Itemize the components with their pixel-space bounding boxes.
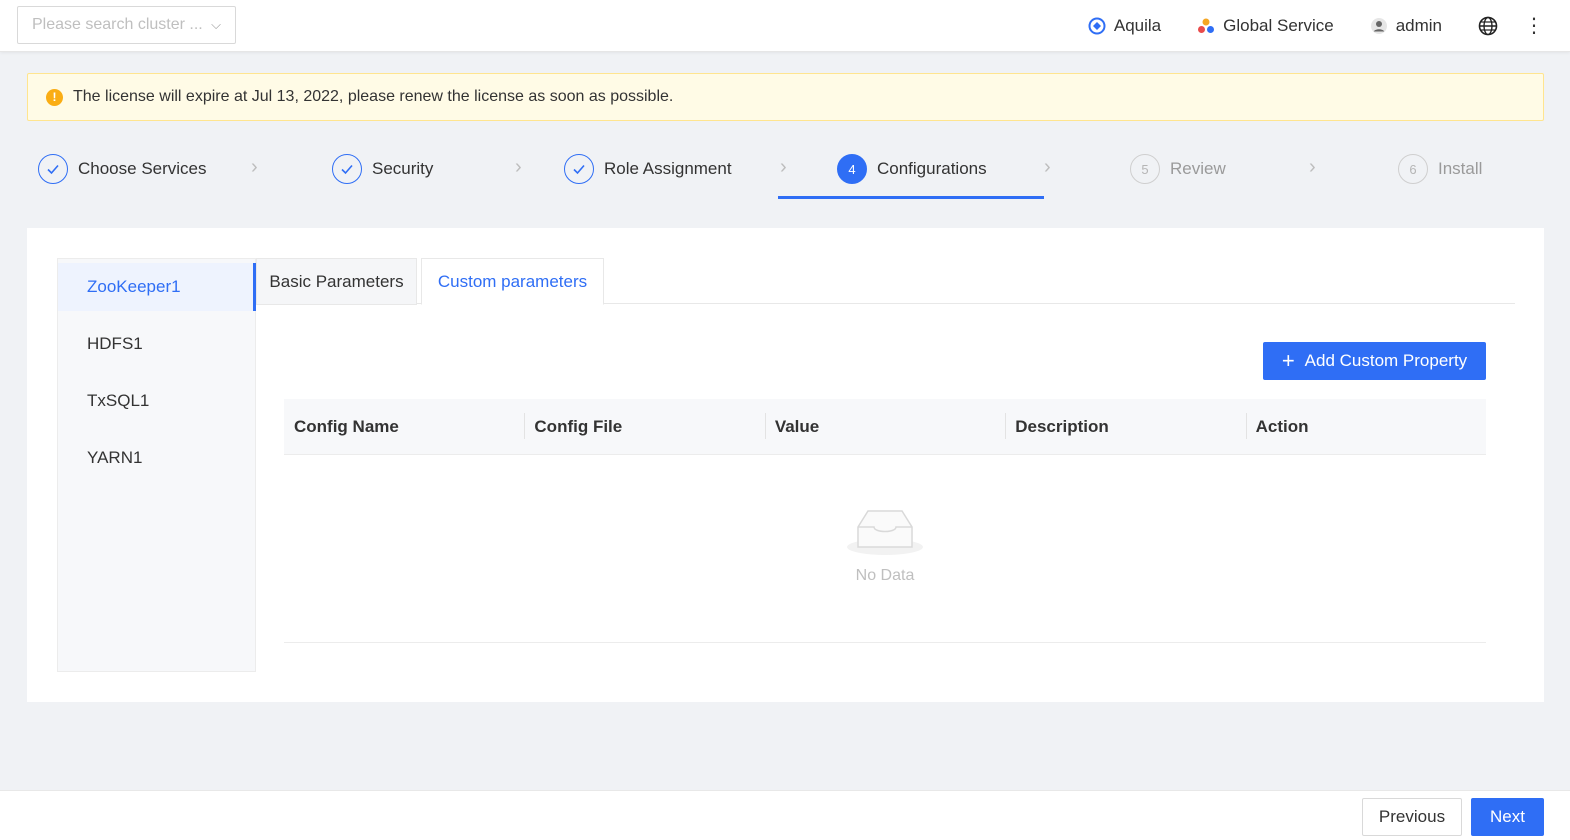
user-name: admin	[1395, 16, 1442, 35]
table-header: Config Name Config File Value Descriptio…	[284, 399, 1486, 455]
language-button[interactable]	[1478, 16, 1498, 36]
active-step-indicator	[778, 196, 1044, 199]
next-button[interactable]: Next	[1471, 798, 1544, 836]
top-right-actions: Aquila Global Service admin ⋮	[1088, 0, 1544, 52]
chevron-right-icon: ›	[515, 156, 522, 178]
column-header-action: Action	[1245, 399, 1486, 454]
global-service-switcher[interactable]: Global Service	[1197, 16, 1334, 36]
step-configurations: 4 Configurations	[837, 154, 987, 184]
column-header-value: Value	[764, 399, 1005, 454]
tab-custom-parameters[interactable]: Custom parameters	[421, 258, 604, 305]
table-empty-state: No Data	[284, 455, 1486, 643]
column-header-description: Description	[1005, 399, 1245, 454]
step-label: Role Assignment	[604, 159, 732, 178]
step-install: 6 Install	[1398, 154, 1482, 184]
empty-text: No Data	[855, 567, 915, 584]
step-role-assignment: Role Assignment	[564, 154, 732, 184]
user-icon	[1370, 17, 1388, 35]
cluster-search-select[interactable]: Please search cluster ... ⌵	[17, 6, 236, 44]
product-switcher[interactable]: Aquila	[1088, 16, 1161, 36]
check-icon	[564, 154, 594, 184]
service-item-zookeeper1[interactable]: ZooKeeper1	[58, 263, 256, 311]
footer-bar: Previous Next	[0, 790, 1570, 840]
step-label: Review	[1170, 159, 1226, 178]
step-number: 4	[837, 154, 867, 184]
service-item-yarn1[interactable]: YARN1	[58, 434, 255, 482]
license-warning-banner: ! The license will expire at Jul 13, 202…	[27, 73, 1544, 121]
step-review: 5 Review	[1130, 154, 1226, 184]
column-header-config-name: Config Name	[294, 416, 399, 436]
chevron-down-icon: ⌵	[211, 17, 221, 32]
previous-button[interactable]: Previous	[1362, 798, 1462, 836]
globe-icon	[1478, 16, 1498, 36]
step-number: 5	[1130, 154, 1160, 184]
column-header-config-file: Config File	[524, 399, 764, 454]
add-custom-property-button[interactable]: + Add Custom Property	[1263, 342, 1486, 380]
chevron-right-icon: ›	[780, 156, 787, 178]
aquila-logo-icon	[1088, 17, 1106, 35]
service-list: ZooKeeper1 HDFS1 TxSQL1 YARN1	[57, 258, 256, 672]
warning-icon: !	[46, 88, 63, 106]
license-warning-text: The license will expire at Jul 13, 2022,…	[73, 88, 674, 105]
step-security: Security	[332, 154, 433, 184]
step-choose-services: Choose Services	[38, 154, 207, 184]
check-icon	[332, 154, 362, 184]
cluster-search-placeholder: Please search cluster ...	[32, 16, 203, 33]
top-bar: Please search cluster ... ⌵ Aquila Globa…	[0, 0, 1570, 52]
check-icon	[38, 154, 68, 184]
parameter-tabs: Basic Parameters Custom parameters	[256, 258, 1515, 305]
plus-icon: +	[1281, 348, 1295, 373]
more-vertical-icon[interactable]: ⋮	[1524, 16, 1544, 36]
step-label: Configurations	[877, 159, 987, 178]
service-item-txsql1[interactable]: TxSQL1	[58, 377, 255, 425]
chevron-right-icon: ›	[1044, 156, 1051, 178]
product-name: Aquila	[1113, 16, 1162, 35]
chevron-right-icon: ›	[251, 156, 258, 178]
user-menu[interactable]: admin	[1370, 16, 1442, 36]
configuration-card: ZooKeeper1 HDFS1 TxSQL1 YARN1 Basic Para…	[27, 228, 1544, 702]
tab-basic-parameters[interactable]: Basic Parameters	[256, 258, 417, 305]
service-item-hdfs1[interactable]: HDFS1	[58, 320, 255, 368]
step-label: Security	[372, 159, 434, 178]
global-service-icon	[1197, 17, 1215, 35]
step-number: 6	[1398, 154, 1428, 184]
empty-inbox-icon	[846, 503, 924, 562]
install-steps: Choose Services › Security › Role Assign…	[27, 142, 1544, 202]
add-custom-property-label: Add Custom Property	[1304, 351, 1468, 370]
global-service-label: Global Service	[1223, 16, 1334, 35]
step-label: Choose Services	[78, 159, 207, 178]
chevron-right-icon: ›	[1309, 156, 1316, 178]
step-label: Install	[1438, 159, 1483, 178]
